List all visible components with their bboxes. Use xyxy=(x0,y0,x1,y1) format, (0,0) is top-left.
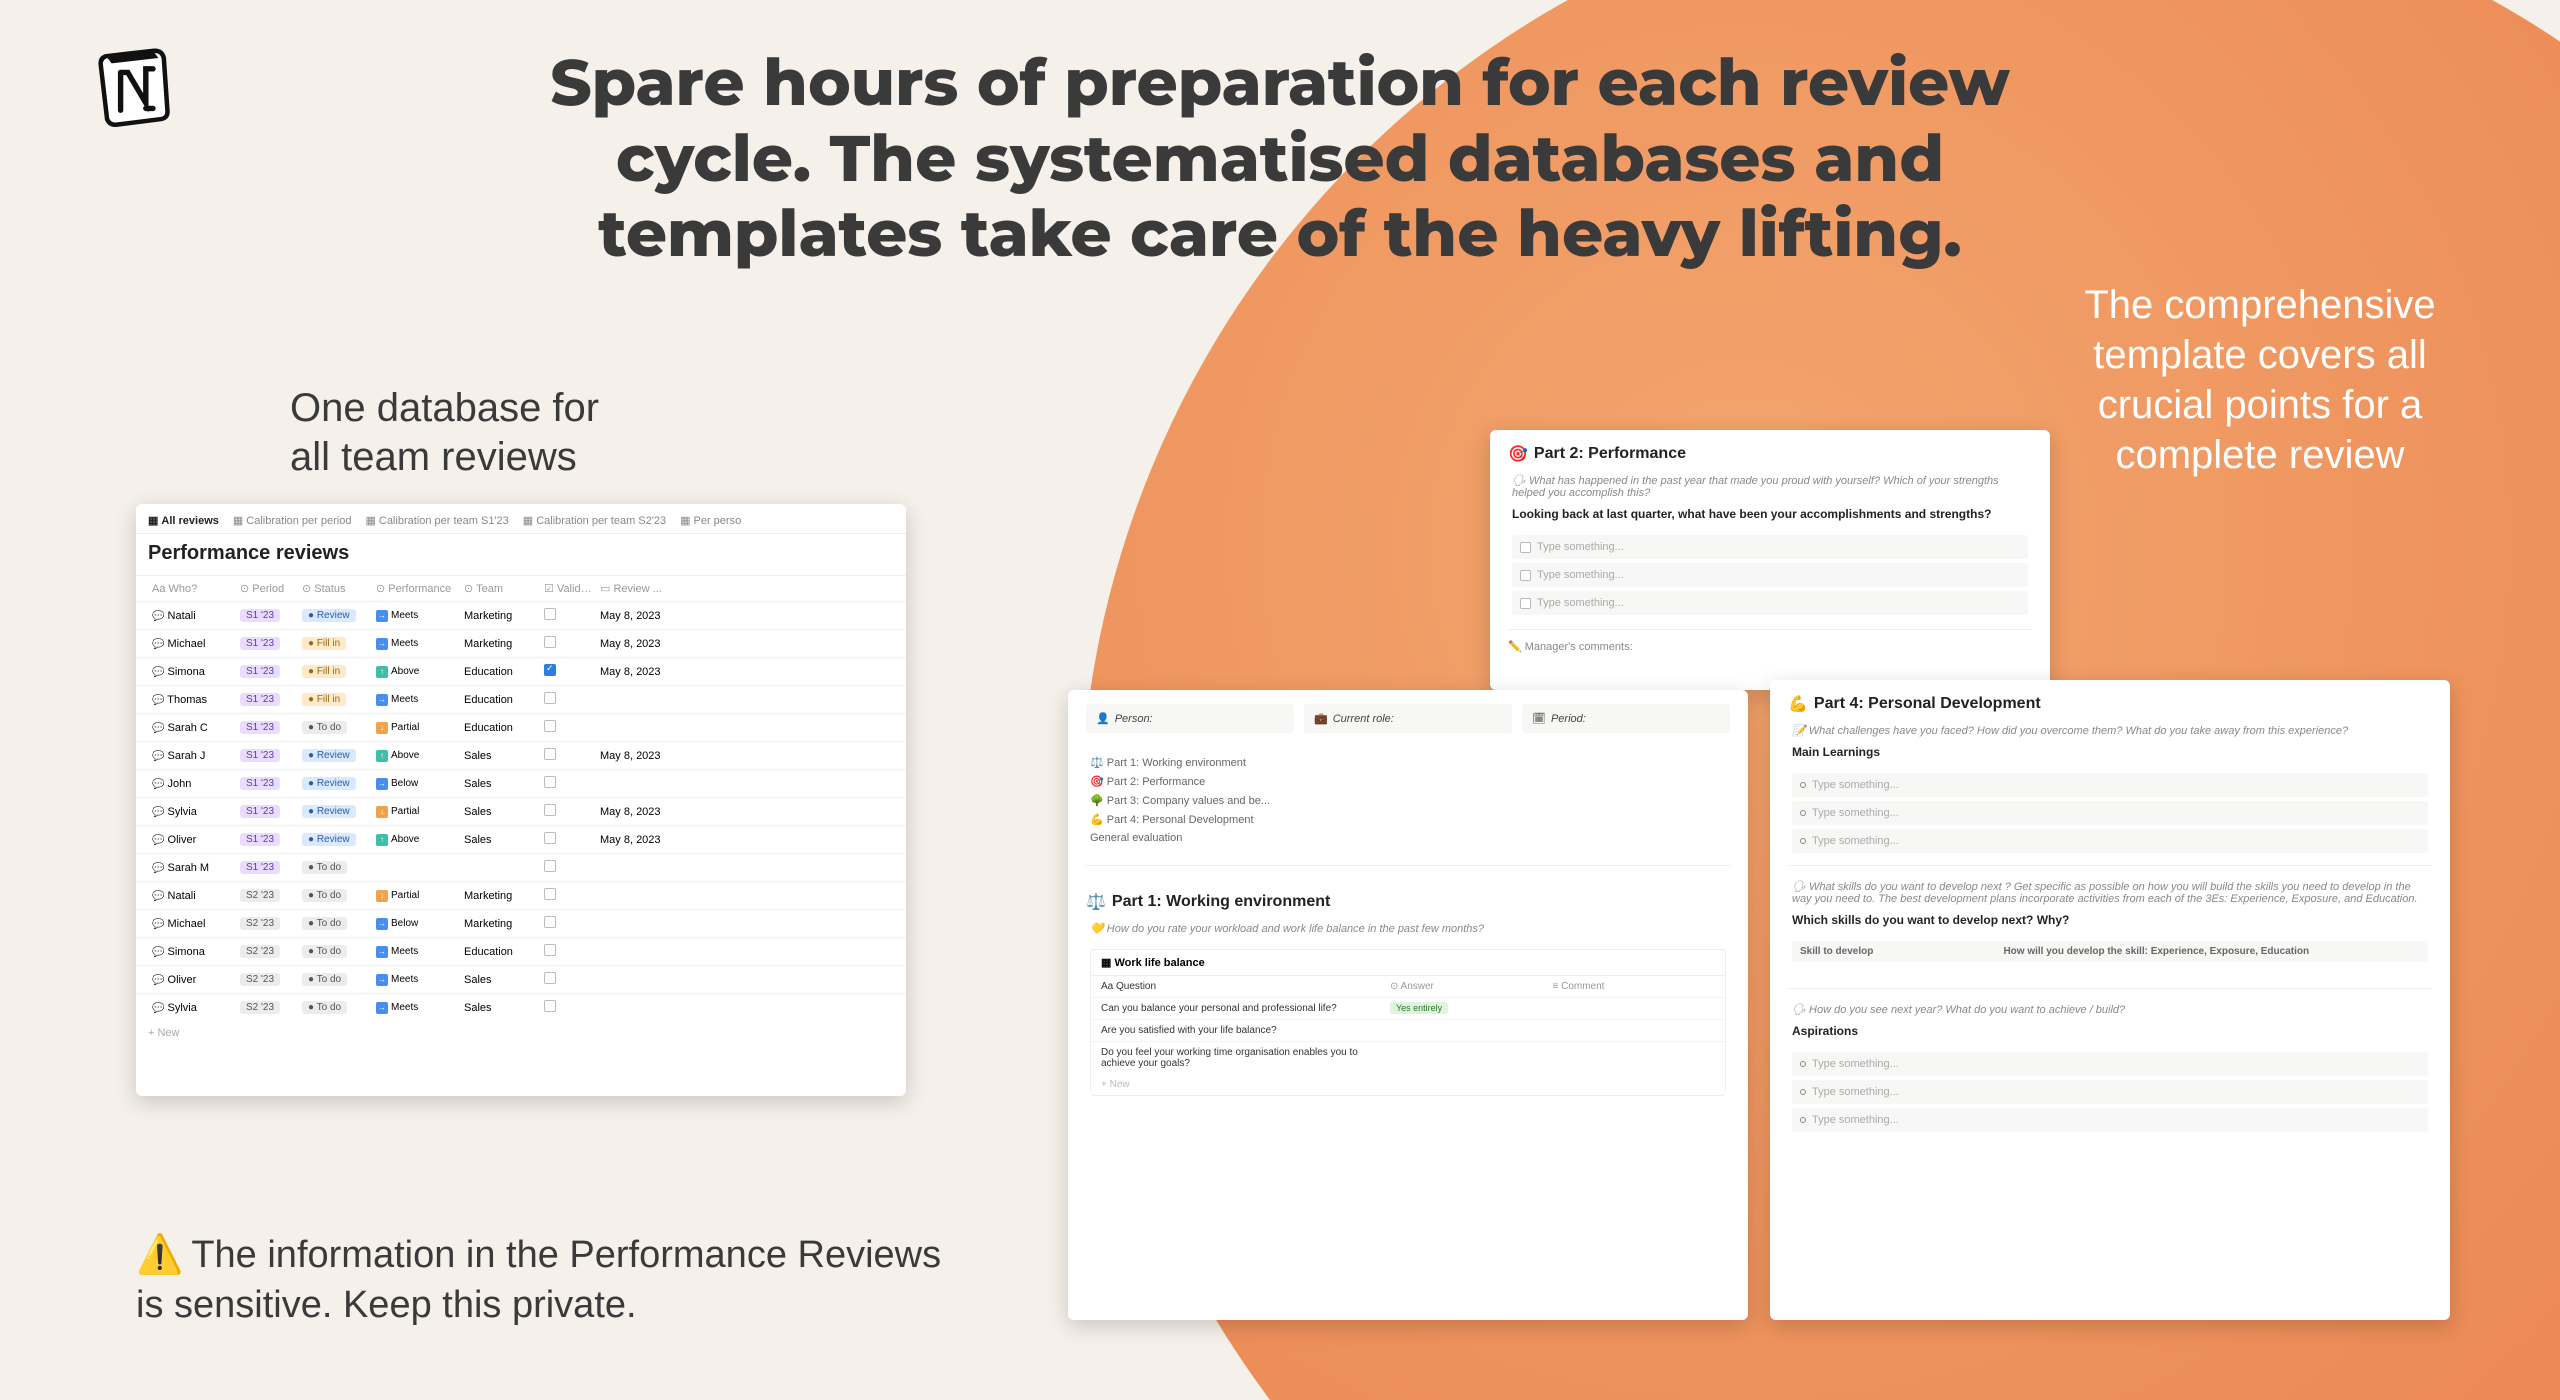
part2-question: Looking back at last quarter, what have … xyxy=(1490,505,2050,531)
table-row[interactable]: 💬 OliverS1 '23● Review↑AboveSalesMay 8, … xyxy=(136,825,906,853)
db-header-row: Aa Who? ⊙ Period ⊙ Status ⊙ Performance … xyxy=(136,575,906,601)
part4-q2: Which skills do you want to develop next… xyxy=(1770,911,2450,937)
table-row[interactable]: Are you satisfied with your life balance… xyxy=(1091,1019,1725,1041)
divider xyxy=(1086,865,1730,866)
table-row[interactable]: Can you balance your personal and profes… xyxy=(1091,997,1725,1019)
warning-icon: ⚠️ xyxy=(136,1234,183,1276)
bullet-input[interactable]: Type something... xyxy=(1792,829,2428,853)
privacy-warning: ⚠️The information in the Performance Rev… xyxy=(136,1231,966,1330)
toc-link[interactable]: General evaluation xyxy=(1090,829,1726,847)
bullet-input[interactable]: Type something... xyxy=(1792,1052,2428,1076)
caption-database: One database for all team reviews xyxy=(290,384,599,482)
toc-link[interactable]: ⚖️ Part 1: Working environment xyxy=(1090,753,1726,772)
part1-prompt: 💛 How do you rate your workload and work… xyxy=(1068,920,1748,941)
headline: Spare hours of preparation for each revi… xyxy=(480,46,2080,273)
bullet-icon xyxy=(1800,1089,1806,1095)
person-icon: 👤 xyxy=(1096,712,1110,725)
part4-q1: Main Learnings xyxy=(1770,743,2450,769)
todo-input[interactable]: Type something... xyxy=(1512,535,2028,559)
tab-per-person[interactable]: ▦ Per perso xyxy=(680,514,741,527)
bullet-icon xyxy=(1800,838,1806,844)
bullet-input[interactable]: Type something... xyxy=(1792,773,2428,797)
todo-input[interactable]: Type something... xyxy=(1512,563,2028,587)
toc-link[interactable]: 🌳 Part 3: Company values and be... xyxy=(1090,791,1726,810)
bullet-icon xyxy=(1800,1061,1806,1067)
table-row[interactable]: 💬 OliverS2 '23● To do→MeetsSales xyxy=(136,965,906,993)
briefcase-icon: 💼 xyxy=(1314,712,1328,725)
part4-prompt1: 📝 What challenges have you faced? How di… xyxy=(1770,722,2450,743)
target-icon: 🎯 xyxy=(1508,444,1528,464)
table-row[interactable]: 💬 MichaelS1 '23● Fill in→MeetsMarketingM… xyxy=(136,629,906,657)
bullet-input[interactable]: Type something... xyxy=(1792,1108,2428,1132)
table-row[interactable]: Do you feel your working time organisati… xyxy=(1091,1041,1725,1074)
divider xyxy=(1788,988,2432,989)
table-row[interactable]: 💬 SylviaS2 '23● To do→MeetsSales xyxy=(136,993,906,1021)
bullet-icon xyxy=(1800,1117,1806,1123)
db-new-row[interactable]: + New xyxy=(136,1021,906,1045)
skill-table-header: Skill to develop How will you develop th… xyxy=(1792,941,2428,962)
template-toc: ⚖️ Part 1: Working environment🎯 Part 2: … xyxy=(1068,747,1748,853)
db-title: Performance reviews xyxy=(136,534,906,575)
wlb-new-row[interactable]: + New xyxy=(1091,1074,1725,1095)
db-view-tabs: ▦ All reviews ▦ Calibration per period ▦… xyxy=(136,504,906,534)
checkbox-icon xyxy=(1520,598,1531,609)
table-row[interactable]: 💬 SimonaS1 '23● Fill in↑AboveEducationMa… xyxy=(136,657,906,685)
table-row[interactable]: 💬 MichaelS2 '23● To do→BelowMarketing xyxy=(136,909,906,937)
table-row[interactable]: 💬 ThomasS1 '23● Fill in→MeetsEducation xyxy=(136,685,906,713)
todo-input[interactable]: Type something... xyxy=(1512,591,2028,615)
tab-calibration-period[interactable]: ▦ Calibration per period xyxy=(233,514,352,527)
tab-calibration-s2[interactable]: ▦ Calibration per team S2'23 xyxy=(523,514,666,527)
meta-role[interactable]: 💼Current role: xyxy=(1304,704,1512,733)
table-row[interactable]: 💬 Sarah CS1 '23● To do↓PartialEducation xyxy=(136,713,906,741)
panel-part-1-working-env: 👤Person: 💼Current role: 🗓Period: ⚖️ Part… xyxy=(1068,690,1748,1320)
manager-comments: ✏️ Manager's comments: xyxy=(1508,629,2032,653)
toc-link[interactable]: 💪 Part 4: Personal Development xyxy=(1090,810,1726,829)
part4-prompt2: 🗣 What skills do you want to develop nex… xyxy=(1770,878,2450,911)
part4-q3: Aspirations xyxy=(1770,1022,2450,1048)
calendar-icon: 🗓 xyxy=(1532,712,1546,725)
flex-arm-icon: 💪 xyxy=(1788,694,1808,714)
meta-period[interactable]: 🗓Period: xyxy=(1522,704,1730,733)
table-row[interactable]: 💬 Sarah JS1 '23● Review↑AboveSalesMay 8,… xyxy=(136,741,906,769)
checkbox-icon xyxy=(1520,542,1531,553)
table-row[interactable]: 💬 NataliS2 '23● To do↓PartialMarketing xyxy=(136,881,906,909)
bullet-input[interactable]: Type something... xyxy=(1792,801,2428,825)
notion-logo xyxy=(90,40,180,135)
table-row[interactable]: 💬 Sarah MS1 '23● To do xyxy=(136,853,906,881)
toc-link[interactable]: 🎯 Part 2: Performance xyxy=(1090,772,1726,791)
work-life-balance-table: ▦ Work life balance Aa Question ⊙ Answer… xyxy=(1090,949,1726,1096)
bullet-icon xyxy=(1800,810,1806,816)
panel-part-2-performance: 🎯Part 2: Performance 🗣 What has happened… xyxy=(1490,430,2050,690)
meta-person[interactable]: 👤Person: xyxy=(1086,704,1294,733)
part4-prompt3: 🗣 How do you see next year? What do you … xyxy=(1770,1001,2450,1022)
table-row[interactable]: 💬 NataliS1 '23● Review→MeetsMarketingMay… xyxy=(136,601,906,629)
tab-calibration-s1[interactable]: ▦ Calibration per team S1'23 xyxy=(365,514,508,527)
panel-performance-reviews-db: ▦ All reviews ▦ Calibration per period ▦… xyxy=(136,504,906,1096)
divider xyxy=(1788,865,2432,866)
tab-all-reviews[interactable]: ▦ All reviews xyxy=(148,514,219,527)
table-row[interactable]: 💬 SylviaS1 '23● Review↓PartialSalesMay 8… xyxy=(136,797,906,825)
scale-icon: ⚖️ xyxy=(1086,892,1106,912)
part2-prompt: 🗣 What has happened in the past year tha… xyxy=(1490,472,2050,505)
skill-table-row[interactable] xyxy=(1792,966,2428,976)
bullet-icon xyxy=(1800,782,1806,788)
table-row[interactable]: 💬 JohnS1 '23● Review→BelowSales xyxy=(136,769,906,797)
caption-template: The comprehensive template covers all cr… xyxy=(2050,280,2470,480)
bullet-input[interactable]: Type something... xyxy=(1792,1080,2428,1104)
table-row[interactable]: 💬 SimonaS2 '23● To do→MeetsEducation xyxy=(136,937,906,965)
checkbox-icon xyxy=(1520,570,1531,581)
panel-part-4-development: 💪Part 4: Personal Development 📝 What cha… xyxy=(1770,680,2450,1320)
